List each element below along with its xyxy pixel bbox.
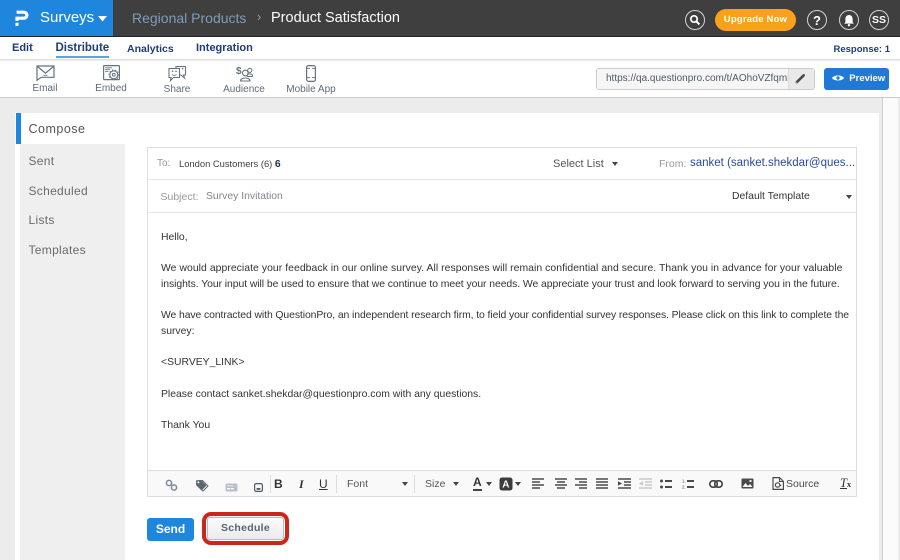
svg-text:1.: 1. [682,479,686,484]
svg-text:2.: 2. [682,485,686,489]
svg-text:A: A [502,480,509,491]
svg-text:$: $ [236,66,242,77]
